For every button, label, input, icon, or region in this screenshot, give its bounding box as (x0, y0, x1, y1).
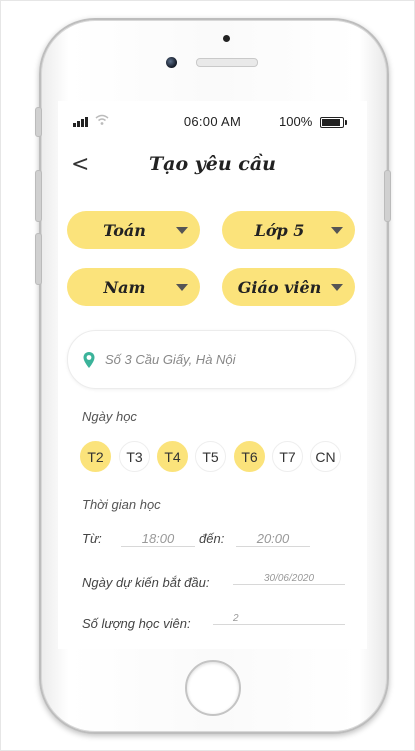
subject-dropdown[interactable]: Toán (67, 211, 200, 249)
power-button (384, 170, 391, 222)
study-days-label: Ngày học (82, 409, 137, 424)
tutor-type-dropdown[interactable]: Giáo viên (222, 268, 355, 306)
time-from-input[interactable]: 18:00 (121, 531, 195, 547)
day-chip-t6[interactable]: T6 (234, 441, 265, 472)
battery-icon (320, 117, 347, 128)
home-button[interactable] (185, 660, 241, 716)
day-chip-t4[interactable]: T4 (157, 441, 188, 472)
grade-dropdown[interactable]: Lớp 5 (222, 211, 355, 249)
time-to-label: đến: (199, 531, 225, 546)
volume-down-button (35, 233, 42, 285)
proximity-sensor (223, 35, 230, 42)
front-camera (166, 57, 177, 68)
page-title: Tạo yêu cầu (149, 153, 276, 175)
day-chip-t3[interactable]: T3 (119, 441, 150, 472)
dropdown-arrow-icon (176, 227, 188, 234)
mute-switch (35, 107, 42, 137)
time-to-input[interactable]: 20:00 (236, 531, 310, 547)
day-chip-t7[interactable]: T7 (272, 441, 303, 472)
volume-up-button (35, 170, 42, 222)
dropdown-arrow-icon (331, 227, 343, 234)
address-value: Số 3 Cầu Giấy, Hà Nội (105, 352, 236, 367)
dropdown-arrow-icon (331, 284, 343, 291)
address-input[interactable]: Số 3 Cầu Giấy, Hà Nội (67, 330, 356, 389)
app-screen: 06:00 AM 100% < Tạo yêu cầu Toán Lớp 5 N… (58, 101, 367, 649)
earpiece-speaker (196, 58, 258, 67)
day-chip-cn[interactable]: CN (310, 441, 341, 472)
location-pin-icon (83, 352, 95, 368)
start-date-input[interactable]: 30/06/2020 (233, 573, 345, 585)
study-time-label: Thời gian học (82, 497, 161, 512)
day-chip-t2[interactable]: T2 (80, 441, 111, 472)
status-bar: 06:00 AM 100% (58, 101, 367, 141)
time-from-label: Từ: (82, 531, 102, 546)
battery-percent: 100% (279, 114, 313, 129)
start-date-label: Ngày dự kiến bắt đầu: (82, 575, 210, 590)
student-count-label: Số lượng học viên: (82, 616, 191, 631)
gender-dropdown[interactable]: Nam (67, 268, 200, 306)
student-count-input[interactable]: 2 (213, 613, 345, 625)
dropdown-arrow-icon (176, 284, 188, 291)
day-chip-t5[interactable]: T5 (195, 441, 226, 472)
